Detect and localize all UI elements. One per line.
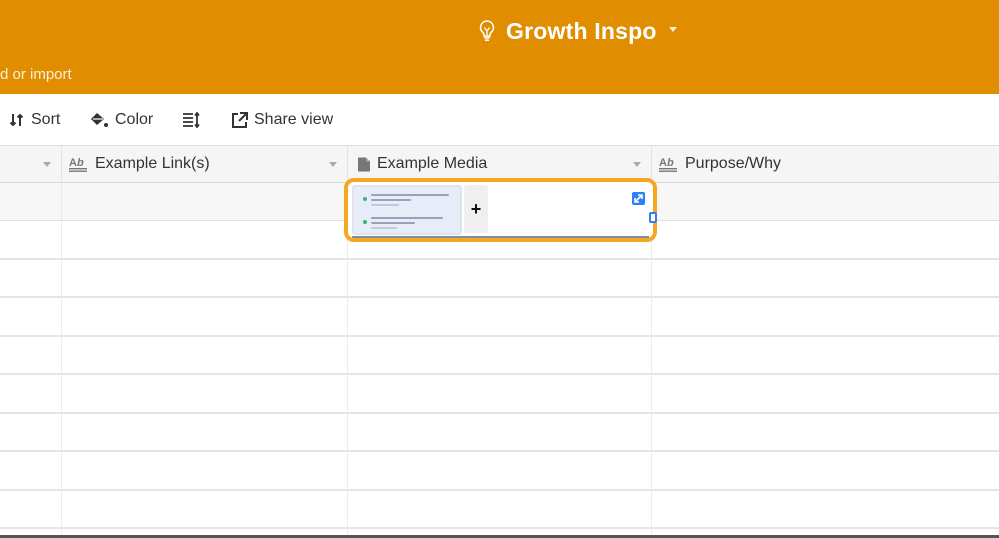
sort-button[interactable]: Sort bbox=[9, 108, 60, 132]
base-name: Growth Inspo bbox=[506, 17, 657, 44]
svg-text:A: A bbox=[659, 157, 667, 169]
active-attachment-cell[interactable]: + bbox=[344, 178, 657, 242]
svg-text:b: b bbox=[77, 157, 84, 169]
column-header-label: Purpose/Why bbox=[685, 155, 782, 172]
table-row[interactable] bbox=[0, 491, 999, 529]
share-icon bbox=[232, 111, 248, 128]
sort-label: Sort bbox=[31, 111, 61, 128]
expand-icon[interactable] bbox=[632, 192, 645, 205]
table-row[interactable] bbox=[0, 452, 999, 491]
chevron-down-icon bbox=[668, 26, 677, 32]
sort-icon bbox=[9, 113, 24, 127]
base-header: Growth Inspo d or import bbox=[0, 0, 999, 94]
attachment-thumbnail[interactable] bbox=[352, 185, 462, 235]
thumbnail-notification bbox=[357, 190, 457, 210]
base-name-menu[interactable]: Growth Inspo bbox=[478, 14, 677, 48]
table-row[interactable] bbox=[0, 260, 999, 298]
column-header-label: Example Media bbox=[377, 155, 488, 172]
thumbnail-notification bbox=[357, 213, 457, 233]
color-label: Color bbox=[115, 111, 154, 128]
table-row[interactable] bbox=[0, 337, 999, 375]
status-dot-icon bbox=[363, 197, 367, 201]
text-field-icon: A b bbox=[69, 157, 87, 172]
color-button[interactable]: Color bbox=[90, 108, 153, 132]
column-header-example-links[interactable]: A b Example Link(s) bbox=[62, 146, 348, 183]
column-header-label: Example Link(s) bbox=[95, 155, 210, 172]
row-height-icon bbox=[183, 112, 200, 128]
column-header-purpose-why[interactable]: A b Purpose/Why bbox=[652, 146, 999, 183]
table-row[interactable] bbox=[0, 298, 999, 337]
row-height-button[interactable] bbox=[182, 108, 201, 132]
text-field-icon: A b bbox=[659, 157, 677, 172]
column-header-0[interactable] bbox=[0, 146, 62, 183]
attachment-field-icon bbox=[358, 157, 370, 171]
table-row[interactable] bbox=[0, 375, 999, 414]
lightbulb-icon bbox=[479, 20, 495, 41]
add-or-import-link[interactable]: d or import bbox=[0, 66, 72, 83]
svg-text:b: b bbox=[667, 157, 674, 169]
view-toolbar: Sort Color Share view bbox=[0, 94, 999, 146]
share-view-label: Share view bbox=[254, 111, 334, 128]
table-row[interactable] bbox=[0, 414, 999, 452]
chevron-down-icon[interactable] bbox=[43, 162, 51, 167]
column-divider[interactable] bbox=[61, 183, 62, 538]
share-view-button[interactable]: Share view bbox=[231, 108, 333, 132]
grid-view: A b Example Link(s) Example Media A b Pu… bbox=[0, 146, 999, 538]
chevron-down-icon[interactable] bbox=[633, 162, 641, 167]
status-dot-icon bbox=[363, 220, 367, 224]
fill-handle[interactable] bbox=[649, 212, 657, 223]
svg-text:A: A bbox=[69, 157, 77, 169]
paint-bucket-icon bbox=[91, 112, 108, 127]
add-attachment-button[interactable]: + bbox=[464, 185, 488, 233]
chevron-down-icon[interactable] bbox=[329, 162, 337, 167]
